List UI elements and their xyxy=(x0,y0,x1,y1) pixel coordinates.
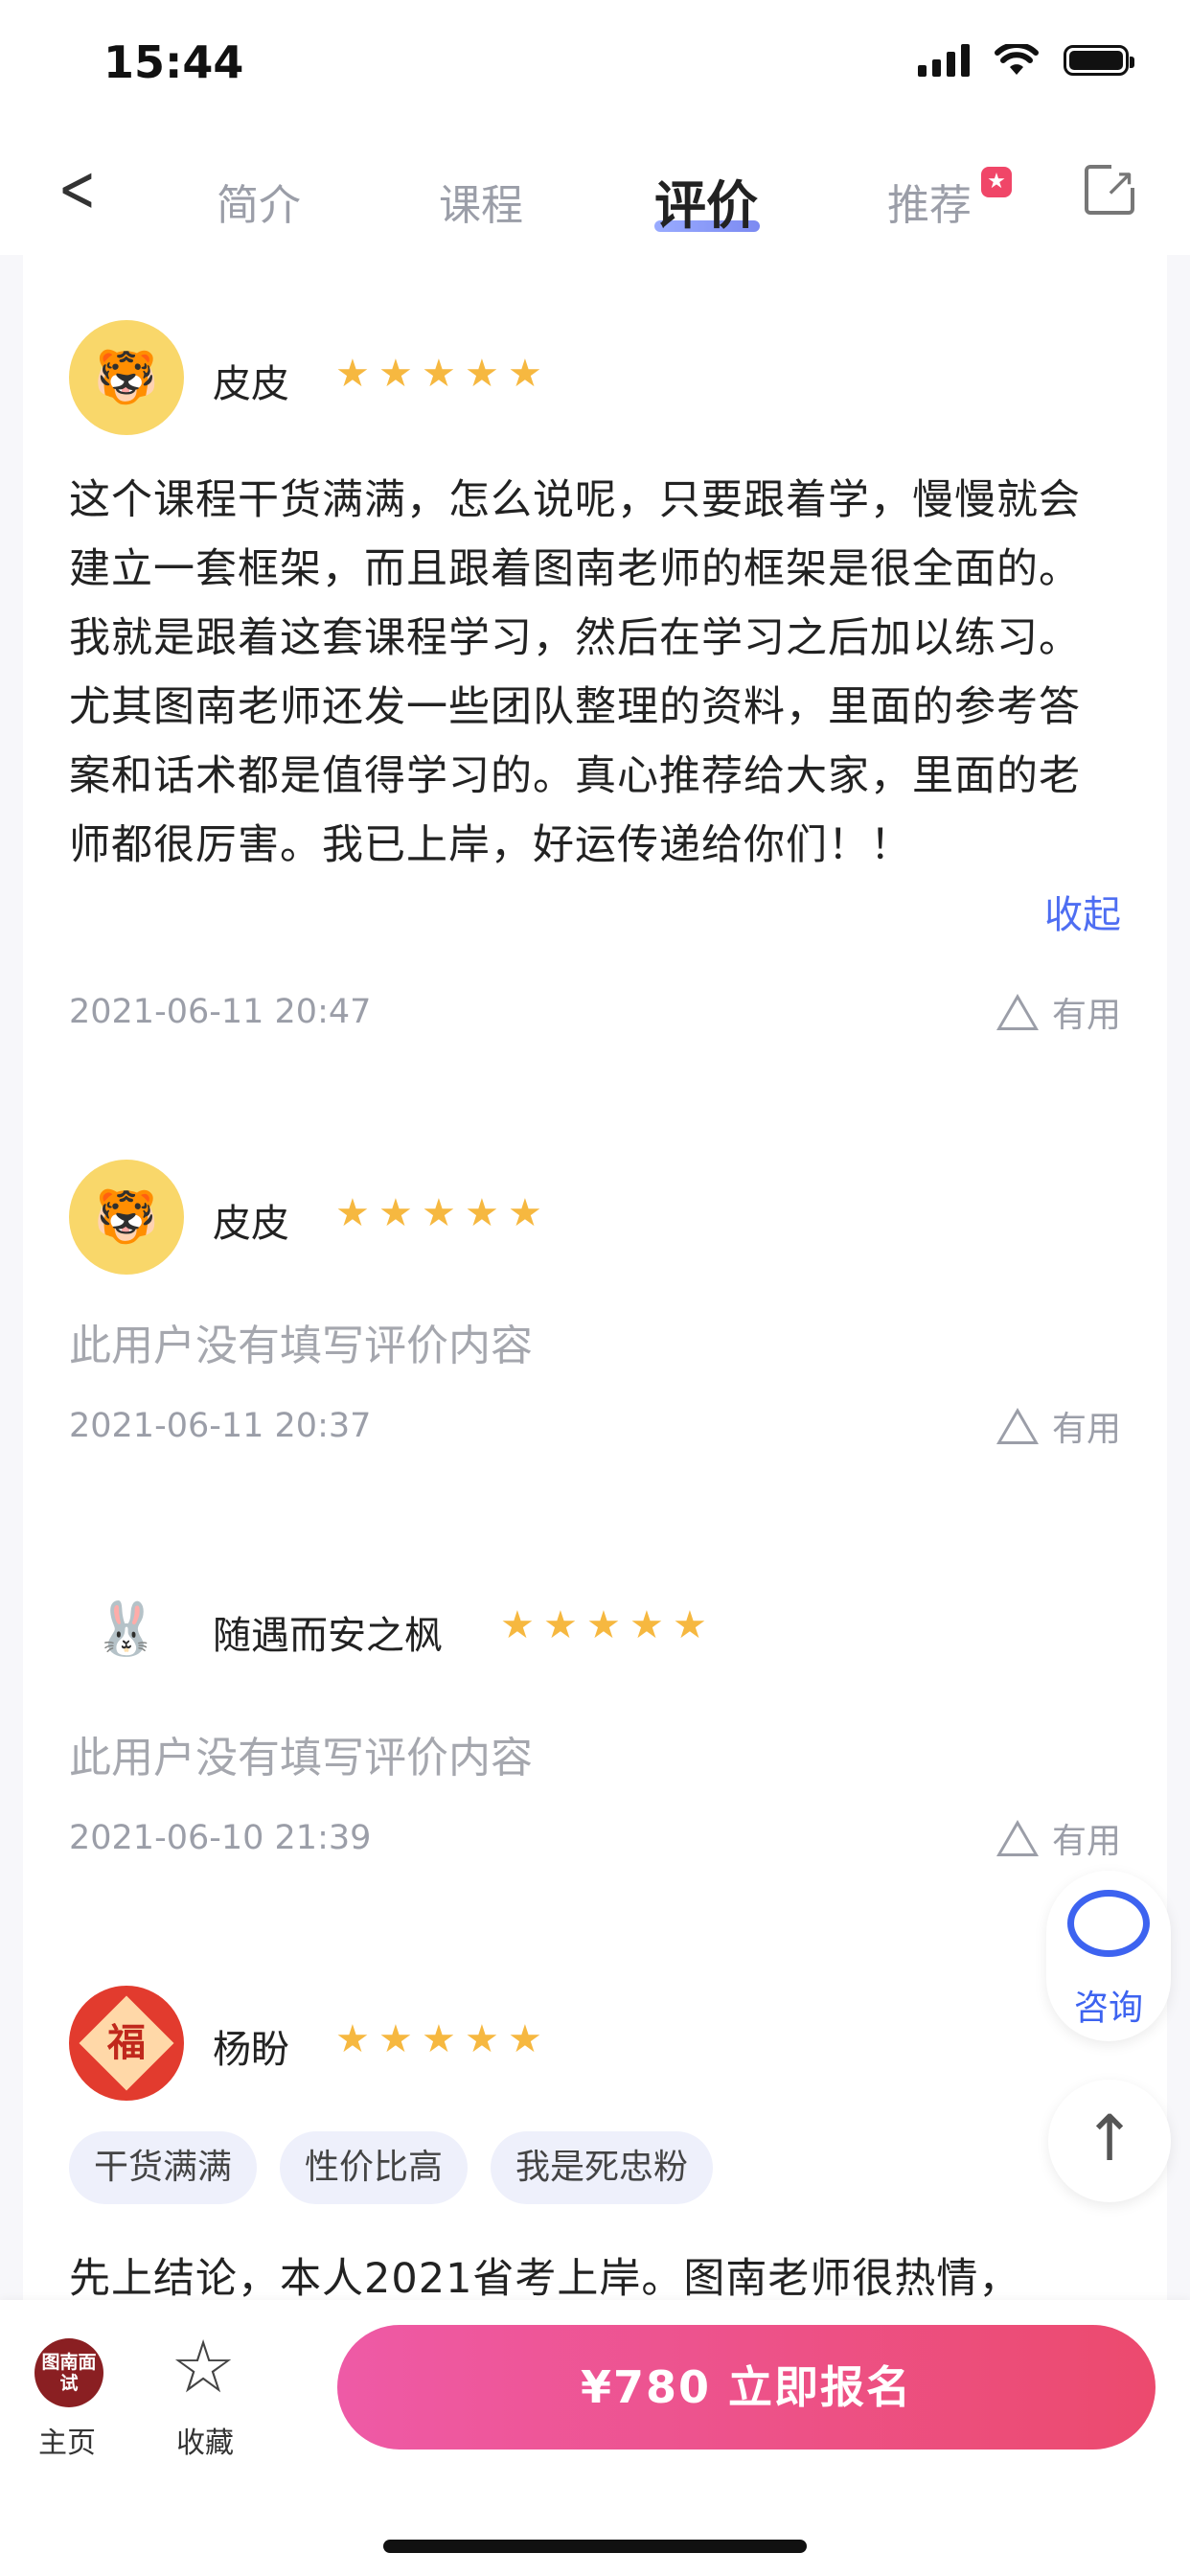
useful-button[interactable]: 有用 xyxy=(995,1813,1121,1863)
star-icon: ★ xyxy=(335,352,370,396)
rating-stars: ★ ★ ★ ★ ★ xyxy=(335,2017,542,2061)
star-icon: ★ xyxy=(422,1191,456,1235)
status-time: 15:44 xyxy=(103,36,244,88)
home-indicator xyxy=(383,2540,807,2553)
review-tag: 我是死忠粉 xyxy=(491,2131,714,2204)
enroll-button[interactable]: ¥780 立即报名 xyxy=(337,2325,1156,2450)
review-tag: 干货满满 xyxy=(69,2131,258,2204)
consult-button[interactable]: 咨询 xyxy=(1046,1871,1171,2041)
star-icon: ★ xyxy=(673,1603,707,1647)
star-icon: ★ xyxy=(422,2017,456,2061)
review-date: 2021-06-10 21:39 xyxy=(69,1819,372,1857)
avatar[interactable]: 🐰 xyxy=(69,1572,184,1687)
star-icon: ★ xyxy=(508,352,542,396)
rating-stars: ★ ★ ★ ★ ★ xyxy=(335,1191,542,1235)
cellular-signal-icon xyxy=(918,44,970,77)
useful-button[interactable]: 有用 xyxy=(995,987,1121,1037)
arrow-up-icon: ↑ xyxy=(1083,2102,1136,2175)
home-logo-icon[interactable]: 图南面试 xyxy=(34,2338,103,2407)
customer-service-icon xyxy=(1067,1890,1150,1957)
collapse-link[interactable]: 收起 xyxy=(1044,884,1121,939)
status-icons xyxy=(918,44,1134,77)
tab-bar: < 简介 课程 评价 推荐 ★ → xyxy=(0,134,1190,255)
home-label[interactable]: 主页 xyxy=(38,2419,96,2461)
useful-label: 有用 xyxy=(1051,1822,1121,1861)
useful-button[interactable]: 有用 xyxy=(995,1401,1121,1451)
star-icon: ★ xyxy=(378,1191,413,1235)
useful-label: 有用 xyxy=(1051,1410,1121,1449)
thumb-triangle-icon xyxy=(995,1408,1039,1444)
reviewer-name[interactable]: 皮皮 xyxy=(213,1192,289,1248)
star-icon: ★ xyxy=(465,2017,499,2061)
thumb-triangle-icon xyxy=(995,1820,1039,1856)
review-date: 2021-06-11 20:47 xyxy=(69,993,372,1031)
reviewer-name[interactable]: 皮皮 xyxy=(213,353,289,408)
useful-label: 有用 xyxy=(1051,996,1121,1035)
tab-reviews[interactable]: 评价 xyxy=(654,163,758,239)
fu-character: 福 xyxy=(107,2021,146,2065)
star-icon: ★ xyxy=(378,352,413,396)
rating-stars: ★ ★ ★ ★ ★ xyxy=(335,352,542,396)
thumb-triangle-icon xyxy=(995,994,1039,1030)
tab-course[interactable]: 课程 xyxy=(439,171,523,232)
battery-icon xyxy=(1064,45,1134,76)
review-tag: 性价比高 xyxy=(280,2131,469,2204)
star-icon: ★ xyxy=(378,2017,413,2061)
review-text: 此用户没有填写评价内容 xyxy=(69,1734,533,1782)
star-icon: ★ xyxy=(543,1603,578,1647)
tab-intro[interactable]: 简介 xyxy=(217,171,301,232)
avatar[interactable]: 🐯 xyxy=(69,320,184,435)
consult-label: 咨询 xyxy=(1073,1989,1143,2028)
favorite-label[interactable]: 收藏 xyxy=(176,2419,234,2461)
recommend-badge-icon: ★ xyxy=(981,167,1012,197)
bottom-action-bar: 图南面试 主页 ☆ 收藏 ¥780 立即报名 xyxy=(0,2300,1190,2576)
star-icon: ★ xyxy=(465,352,499,396)
star-icon: ★ xyxy=(586,1603,621,1647)
back-arrow-icon[interactable]: < xyxy=(58,157,97,222)
reviewer-name[interactable]: 杨盼 xyxy=(213,2018,289,2074)
rating-stars: ★ ★ ★ ★ ★ xyxy=(500,1603,707,1647)
star-icon: ★ xyxy=(422,352,456,396)
reviewer-name[interactable]: 随遇而安之枫 xyxy=(213,1604,443,1660)
star-icon: ★ xyxy=(500,1603,535,1647)
star-icon: ★ xyxy=(465,1191,499,1235)
star-icon: ★ xyxy=(508,2017,542,2061)
status-bar: 15:44 xyxy=(0,0,1190,134)
star-icon: ★ xyxy=(335,2017,370,2061)
avatar[interactable]: 福 xyxy=(69,1986,184,2101)
star-icon: ★ xyxy=(629,1603,664,1647)
star-icon: ★ xyxy=(335,1191,370,1235)
review-text: 此用户没有填写评价内容 xyxy=(69,1322,533,1370)
tab-recommend[interactable]: 推荐 xyxy=(887,171,972,232)
review-date: 2021-06-11 20:37 xyxy=(69,1407,372,1445)
back-to-top-button[interactable]: ↑ xyxy=(1048,2080,1171,2202)
wifi-icon xyxy=(995,44,1039,75)
review-text: 这个课程干货满满，怎么说呢，只要跟着学，慢慢就会建立一套框架，而且跟着图南老师的… xyxy=(69,476,1081,869)
avatar[interactable]: 🐯 xyxy=(69,1160,184,1275)
star-outline-icon[interactable]: ☆ xyxy=(171,2331,236,2404)
review-tags: 干货满满 性价比高 我是死忠粉 xyxy=(69,2131,714,2204)
star-icon: ★ xyxy=(508,1191,542,1235)
